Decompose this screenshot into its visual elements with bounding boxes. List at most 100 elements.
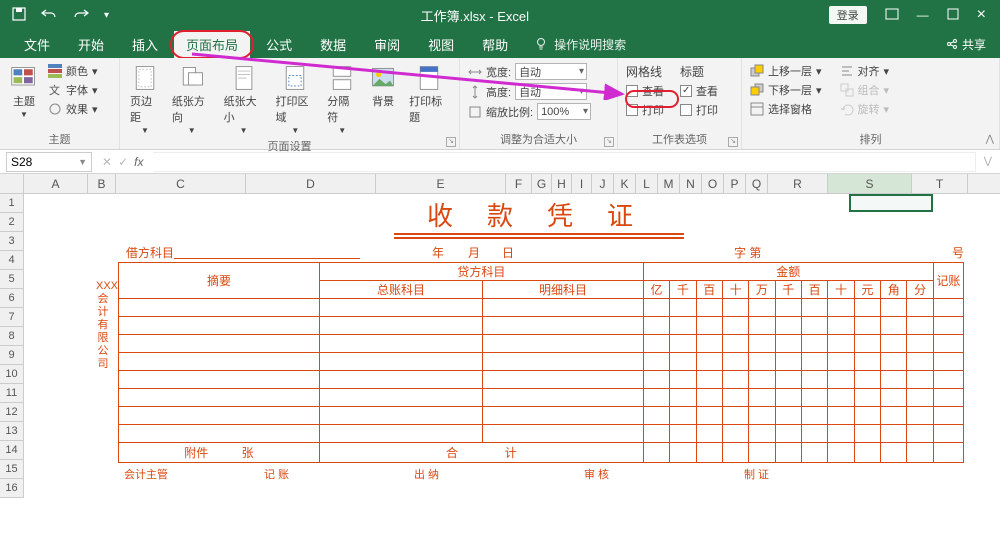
tab-file[interactable]: 文件 — [12, 31, 62, 58]
th-summary: 摘要 — [119, 263, 320, 299]
headings-print-check[interactable]: 打印 — [678, 101, 720, 119]
name-box[interactable]: S28▼ — [6, 152, 92, 172]
scale-pct[interactable]: 缩放比例: 100% — [466, 102, 593, 121]
enter-icon[interactable]: ✓ — [118, 155, 128, 169]
share-icon — [946, 38, 958, 50]
group-themes: 主题 ▼ 颜色 ▾ 文字体 ▾ 效果 ▾ 主题 — [0, 58, 120, 149]
fonts-button[interactable]: 文字体 ▾ — [46, 81, 100, 99]
svg-text:文: 文 — [49, 83, 60, 97]
sig-make: 制 证 — [744, 466, 769, 482]
print-area-button[interactable]: 打印区域▼ — [271, 62, 319, 137]
debit-subject-label: 借方科目 — [126, 244, 174, 261]
group-scale-label: 调整为合适大小 — [466, 130, 611, 147]
formula-input[interactable] — [153, 152, 975, 172]
gridlines-print-check[interactable]: 打印 — [624, 101, 666, 119]
group-themes-label: 主题 — [6, 130, 113, 147]
sig-mgr: 会计主管 — [124, 466, 168, 482]
scale-launcher[interactable]: ↘ — [604, 137, 614, 147]
date-year-label: 年 — [432, 244, 444, 261]
tab-review[interactable]: 审阅 — [362, 31, 412, 58]
tell-me[interactable]: 操作说明搜索 — [534, 36, 626, 53]
select-all-corner[interactable] — [0, 174, 24, 194]
selected-cell — [849, 194, 933, 212]
lightbulb-icon — [534, 37, 548, 51]
effects-button[interactable]: 效果 ▾ — [46, 100, 100, 118]
minimize-icon[interactable]: — — [917, 8, 929, 22]
group-arrange-label: 排列 — [748, 130, 993, 147]
height-combo[interactable]: 自动 — [515, 83, 587, 100]
maximize-icon[interactable] — [947, 8, 959, 23]
ribbon-tabs: 文件 开始 插入 页面布局 公式 数据 审阅 视图 帮助 操作说明搜索 共享 — [0, 30, 1000, 58]
scale-combo[interactable]: 100% — [537, 103, 591, 120]
checkbox-icon — [680, 85, 692, 97]
group-page-setup: 页边距▼ 纸张方向▼ 纸张大小▼ 打印区域▼ 分隔符▼ 背景 打印标题 页面设置… — [120, 58, 460, 149]
collapse-ribbon-icon[interactable]: ⋀ — [986, 134, 994, 145]
ribbon: 主题 ▼ 颜色 ▾ 文字体 ▾ 效果 ▾ 主题 页边距▼ 纸张方向▼ 纸张大小▼… — [0, 58, 1000, 150]
scale-width[interactable]: 宽度: 自动 — [466, 62, 593, 81]
redo-icon[interactable] — [72, 7, 90, 24]
th-detail: 明细科目 — [483, 281, 644, 299]
tell-me-label: 操作说明搜索 — [554, 36, 626, 53]
selection-pane-button[interactable]: 选择窗格 — [748, 100, 824, 118]
tab-data[interactable]: 数据 — [308, 31, 358, 58]
date-month-label: 月 — [468, 244, 480, 261]
bring-forward-button[interactable]: 上移一层 ▾ — [748, 62, 824, 80]
share-button[interactable]: 共享 — [946, 36, 986, 53]
undo-icon[interactable] — [40, 7, 58, 24]
close-icon[interactable]: × — [977, 6, 986, 24]
expand-fx-icon[interactable]: ⋁ — [976, 156, 1000, 167]
window-controls: 登录 — × — [829, 6, 1000, 24]
send-backward-button[interactable]: 下移一层 ▾ — [748, 81, 824, 99]
tab-insert[interactable]: 插入 — [120, 31, 170, 58]
themes-button[interactable]: 主题 ▼ — [6, 62, 42, 121]
group-button[interactable]: 组合 ▾ — [838, 81, 892, 99]
breaks-button[interactable]: 分隔符▼ — [323, 62, 361, 137]
gridlines-view-check[interactable]: 查看 — [624, 82, 666, 100]
group-sheet-options: 网格线 查看 打印 标题 查看 打印 工作表选项 ↘ — [618, 58, 742, 149]
rotate-button[interactable]: 旋转 ▾ — [838, 100, 892, 118]
colors-button[interactable]: 颜色 ▾ — [46, 62, 100, 80]
sig-cash: 出 纳 — [414, 466, 439, 482]
cancel-icon[interactable]: ✕ — [102, 155, 112, 169]
column-headers[interactable]: ABCDEFGHIJKLMNOPQRST — [24, 174, 1000, 194]
voucher-title: 收款凭证 — [394, 196, 684, 235]
th-credit: 贷方科目 — [319, 263, 643, 281]
headings-header: 标题 — [678, 62, 720, 81]
gridlines-header: 网格线 — [624, 62, 666, 81]
scale-height[interactable]: 高度: 自动 — [466, 82, 593, 101]
fx-icon[interactable]: fx — [134, 155, 143, 169]
login-button[interactable]: 登录 — [829, 6, 867, 24]
print-titles-button[interactable]: 打印标题 — [405, 62, 453, 127]
qat-dropdown-icon[interactable]: ▾ — [104, 10, 109, 21]
tab-formulas[interactable]: 公式 — [254, 31, 304, 58]
tab-help[interactable]: 帮助 — [470, 31, 520, 58]
tab-page-layout-label: 页面布局 — [186, 38, 238, 53]
zidi-label: 字 第 — [734, 244, 761, 261]
checkbox-icon — [680, 104, 692, 116]
ribbon-display-icon[interactable] — [885, 8, 899, 23]
voucher-form: 收款凭证 借方科目 年 月 日 字 第 号 摘要 贷方科目 金额 记账 总账科目… — [114, 196, 964, 239]
width-combo[interactable]: 自动 — [515, 63, 587, 80]
themes-label: 主题 — [13, 93, 35, 109]
background-button[interactable]: 背景 — [365, 62, 401, 111]
cell-canvas[interactable]: 收款凭证 借方科目 年 月 日 字 第 号 摘要 贷方科目 金额 记账 总账科目… — [24, 194, 1000, 551]
tab-home[interactable]: 开始 — [66, 31, 116, 58]
checkbox-icon — [626, 85, 638, 97]
titlebar: ▾ 工作簿.xlsx - Excel 登录 — × — [0, 0, 1000, 30]
headings-view-check[interactable]: 查看 — [678, 82, 720, 100]
margins-button[interactable]: 页边距▼ — [126, 62, 164, 137]
save-icon[interactable] — [12, 7, 26, 24]
align-button[interactable]: 对齐 ▾ — [838, 62, 892, 80]
size-button[interactable]: 纸张大小▼ — [220, 62, 268, 137]
page-setup-launcher[interactable]: ↘ — [446, 137, 456, 147]
group-arrange: 上移一层 ▾ 下移一层 ▾ 选择窗格 对齐 ▾ 组合 ▾ 旋转 ▾ 排列 — [742, 58, 1000, 149]
tab-view[interactable]: 视图 — [416, 31, 466, 58]
company-vertical: XXX会计有限公司 — [96, 280, 110, 371]
orientation-button[interactable]: 纸张方向▼ — [168, 62, 216, 137]
date-day-label: 日 — [502, 244, 514, 261]
tab-page-layout[interactable]: 页面布局 — [174, 31, 250, 58]
sheet-options-launcher[interactable]: ↘ — [728, 137, 738, 147]
checkbox-icon — [626, 104, 638, 116]
row-headers[interactable]: 12345678910111213141516 — [0, 194, 24, 498]
worksheet[interactable]: ABCDEFGHIJKLMNOPQRST 1234567891011121314… — [0, 174, 1000, 551]
